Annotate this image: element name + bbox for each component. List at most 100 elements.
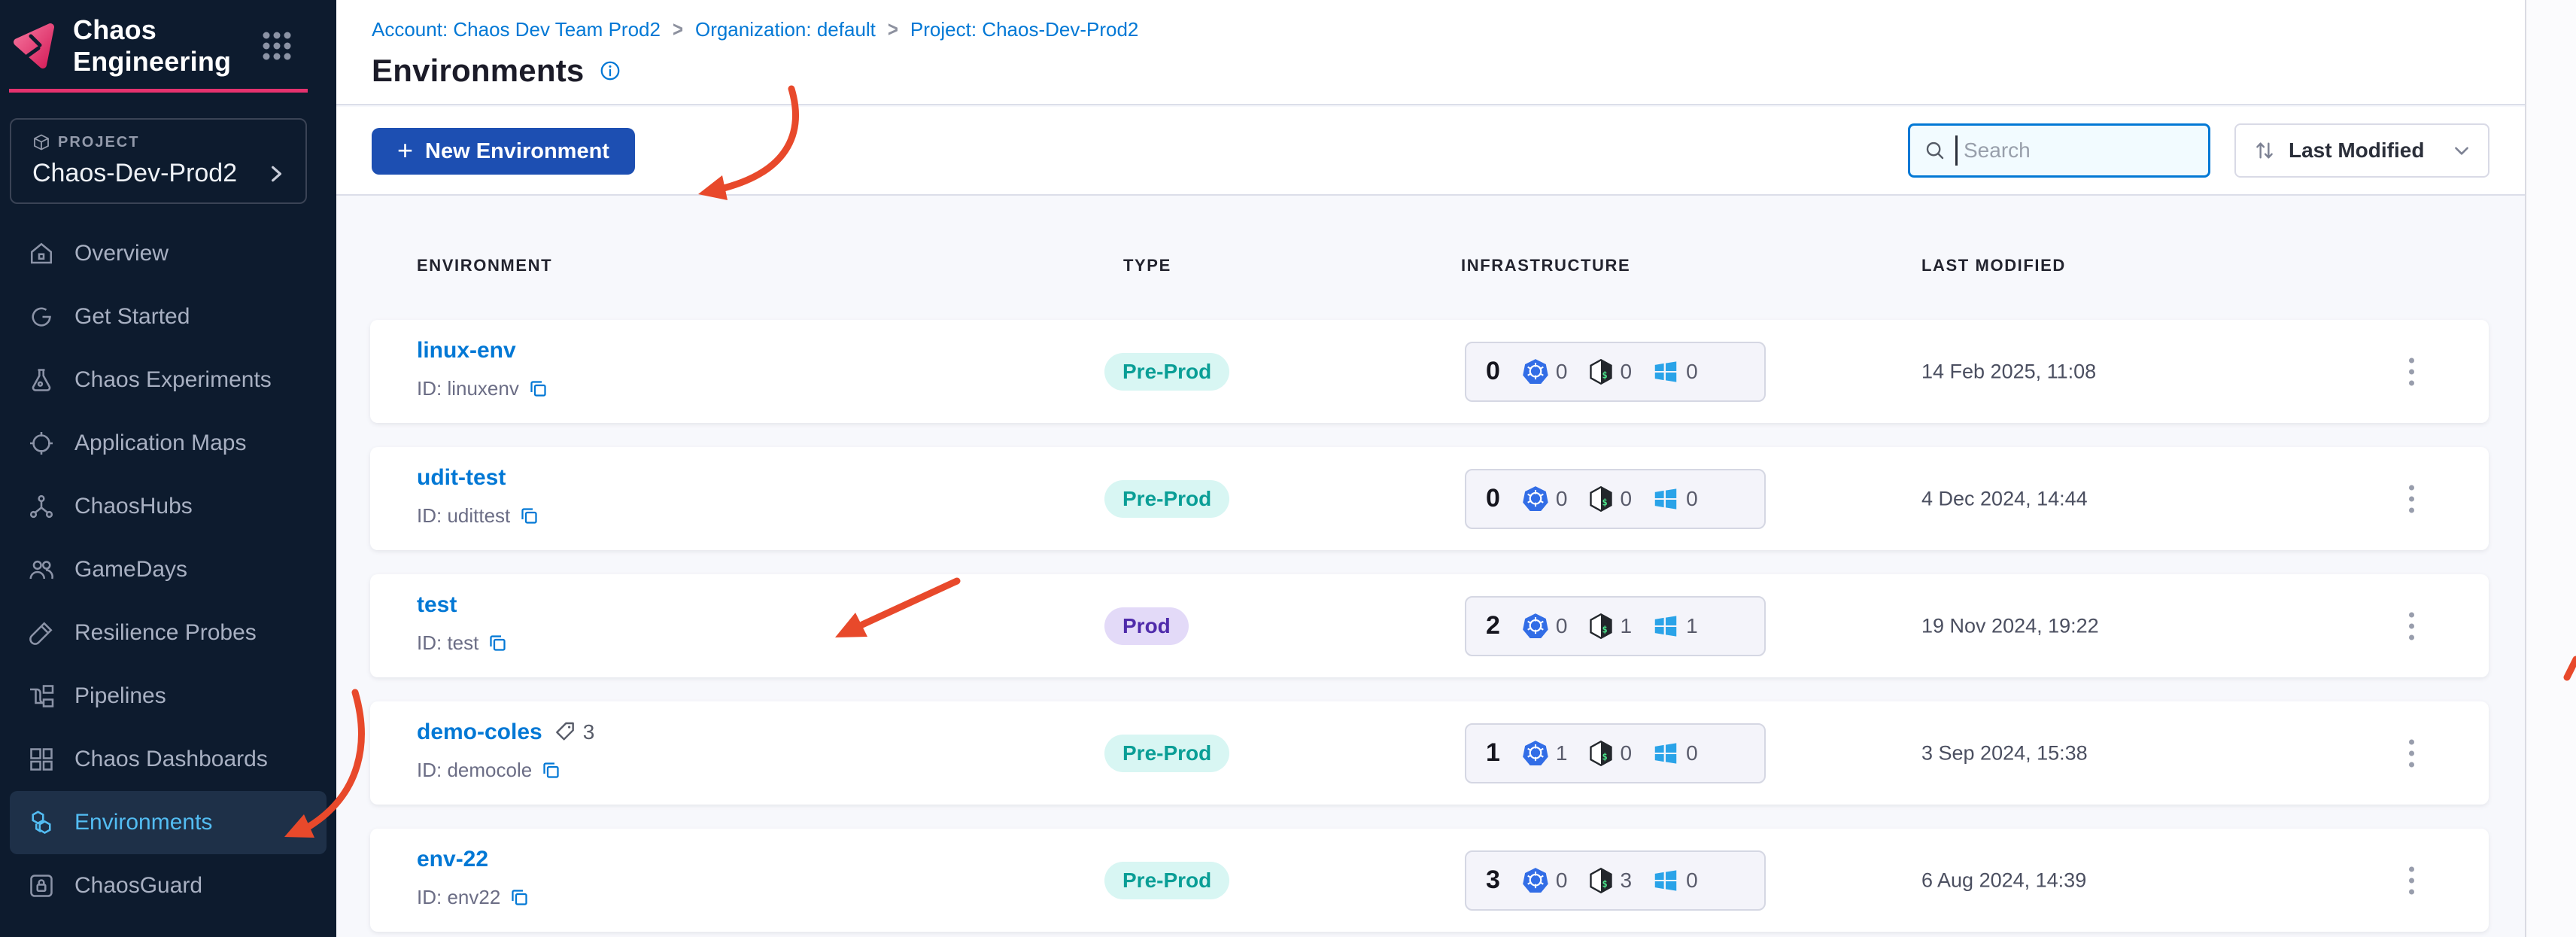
infra-total-count: 1 (1486, 738, 1500, 767)
environment-name-link[interactable]: env-22 (417, 847, 488, 872)
page-title: Environments (372, 53, 585, 88)
progress-circle-icon (28, 303, 55, 330)
copy-icon[interactable] (541, 760, 561, 780)
environment-type-badge: Pre-Prod (1104, 352, 1230, 391)
windows-icon (1651, 485, 1680, 513)
svg-text:$: $ (1602, 497, 1607, 507)
sort-selected-value: Last Modified (2289, 138, 2425, 162)
sort-dropdown[interactable]: Last Modified (2234, 123, 2489, 178)
sidebar-item-environments[interactable]: Environments (10, 791, 327, 854)
row-menu-icon[interactable] (2401, 859, 2422, 902)
project-selector[interactable]: PROJECT Chaos-Dev-Prod2 (10, 118, 307, 204)
row-menu-icon[interactable] (2401, 604, 2422, 647)
pipeline-icon (28, 683, 55, 710)
hexagons-icon (28, 809, 55, 836)
kubernetes-icon (1521, 612, 1550, 640)
infrastructure-summary: 0 0 $ 0 0 (1465, 341, 1766, 402)
infrastructure-summary: 0 0 $ 0 0 (1465, 468, 1766, 529)
sort-arrows-icon (2252, 138, 2277, 163)
environment-name-link[interactable]: test (417, 592, 457, 618)
environment-name-link[interactable]: demo-coles (417, 719, 542, 745)
windows-icon (1651, 612, 1680, 640)
windows-count: 1 (1686, 613, 1698, 637)
linux-bash-icon: $ (1587, 613, 1615, 640)
copy-icon[interactable] (519, 506, 539, 526)
app-window: Chaos Engineering PROJECT Chaos-Dev-Prod… (0, 0, 2576, 937)
windows-count: 0 (1686, 868, 1698, 892)
sidebar-item-pipelines[interactable]: Pipelines (10, 665, 327, 728)
project-label: PROJECT (58, 133, 140, 151)
table-row[interactable]: env-22 ID: env22 Pre-Prod 3 0 $ 3 0 6 Au… (370, 829, 2489, 932)
environment-type-badge: Prod (1104, 607, 1189, 645)
product-title: Chaos Engineering (73, 14, 232, 77)
infra-total-count: 0 (1486, 484, 1500, 513)
breadcrumb-organization[interactable]: Organization: default (695, 18, 876, 41)
environment-id: ID: env22 (417, 886, 501, 908)
crosshair-icon (28, 430, 55, 457)
last-modified-date: 4 Dec 2024, 14:44 (1921, 487, 2088, 510)
last-modified-date: 14 Feb 2025, 11:08 (1921, 360, 2097, 382)
k8s-count: 0 (1555, 486, 1568, 510)
toolbar: + New Environment Last Modified (336, 107, 2525, 196)
search-icon (1924, 139, 1946, 162)
sidebar-item-label: GameDays (74, 557, 188, 582)
last-modified-date: 19 Nov 2024, 19:22 (1921, 614, 2099, 637)
sidebar-item-gamedays[interactable]: GameDays (10, 538, 327, 601)
sidebar-item-chaosguard[interactable]: ChaosGuard (10, 854, 327, 917)
linux-count: 0 (1620, 359, 1633, 383)
brand-accent-bar (9, 89, 308, 93)
row-menu-icon[interactable] (2401, 732, 2422, 774)
chevron-down-icon (2452, 141, 2471, 160)
sidebar-item-label: ChaosHubs (74, 494, 193, 519)
text-cursor (1955, 135, 1958, 166)
environment-name-link[interactable]: linux-env (417, 338, 516, 364)
environment-id: ID: test (417, 631, 479, 654)
sidebar-item-application-maps[interactable]: Application Maps (10, 412, 327, 475)
windows-count: 0 (1686, 359, 1698, 383)
sidebar-item-resilience-probes[interactable]: Resilience Probes (10, 601, 327, 665)
sidebar-item-chaoshubs[interactable]: ChaosHubs (10, 475, 327, 538)
k8s-count: 1 (1555, 741, 1568, 765)
search-input[interactable] (1964, 138, 2189, 163)
table-row[interactable]: demo-coles 3 ID: democole Pre-Prod 1 1 $… (370, 701, 2489, 805)
environment-type-badge: Pre-Prod (1104, 861, 1230, 899)
environment-name-link[interactable]: udit-test (417, 465, 506, 491)
row-menu-icon[interactable] (2401, 350, 2422, 393)
windows-count: 0 (1686, 486, 1698, 510)
brand: Chaos Engineering (13, 14, 323, 77)
col-header-type: TYPE (1123, 256, 1171, 275)
last-modified-date: 3 Sep 2024, 15:38 (1921, 741, 2088, 764)
new-environment-button[interactable]: + New Environment (372, 128, 635, 175)
tags-badge: 3 (553, 720, 595, 744)
environment-type-badge: Pre-Prod (1104, 734, 1230, 772)
row-menu-icon[interactable] (2401, 477, 2422, 520)
info-icon[interactable] (599, 59, 621, 82)
scrollbar-track[interactable] (2525, 0, 2576, 937)
table-row[interactable]: linux-env ID: linuxenv Pre-Prod 0 0 $ 0 … (370, 320, 2489, 423)
sidebar-item-overview[interactable]: Overview (10, 222, 327, 285)
chaos-logo-icon (13, 23, 55, 69)
breadcrumb-account[interactable]: Account: Chaos Dev Team Prod2 (372, 18, 661, 41)
linux-bash-icon: $ (1587, 867, 1615, 894)
infrastructure-summary: 2 0 $ 1 1 (1465, 595, 1766, 656)
copy-icon[interactable] (509, 887, 530, 908)
sidebar-item-label: Resilience Probes (74, 620, 257, 645)
kubernetes-icon (1521, 866, 1550, 895)
environment-id: ID: udittest (417, 504, 511, 527)
sidebar-item-chaos-experiments[interactable]: Chaos Experiments (10, 348, 327, 412)
table-row[interactable]: test ID: test Prod 2 0 $ 1 1 19 Nov 2024… (370, 574, 2489, 677)
tag-count-value: 3 (582, 720, 595, 744)
table-row[interactable]: udit-test ID: udittest Pre-Prod 0 0 $ 0 … (370, 447, 2489, 550)
breadcrumb-project[interactable]: Project: Chaos-Dev-Prod2 (910, 18, 1138, 41)
sidebar-item-get-started[interactable]: Get Started (10, 285, 327, 348)
windows-icon (1651, 357, 1680, 386)
infra-total-count: 3 (1486, 866, 1500, 894)
environment-id: ID: linuxenv (417, 377, 519, 400)
linux-count: 0 (1620, 741, 1633, 765)
copy-icon[interactable] (488, 633, 508, 653)
k8s-count: 0 (1555, 613, 1568, 637)
breadcrumb: Account: Chaos Dev Team Prod2 > Organiza… (372, 17, 1138, 41)
sidebar-item-chaos-dashboards[interactable]: Chaos Dashboards (10, 728, 327, 791)
app-grid-icon[interactable] (261, 30, 293, 62)
copy-icon[interactable] (528, 379, 548, 399)
